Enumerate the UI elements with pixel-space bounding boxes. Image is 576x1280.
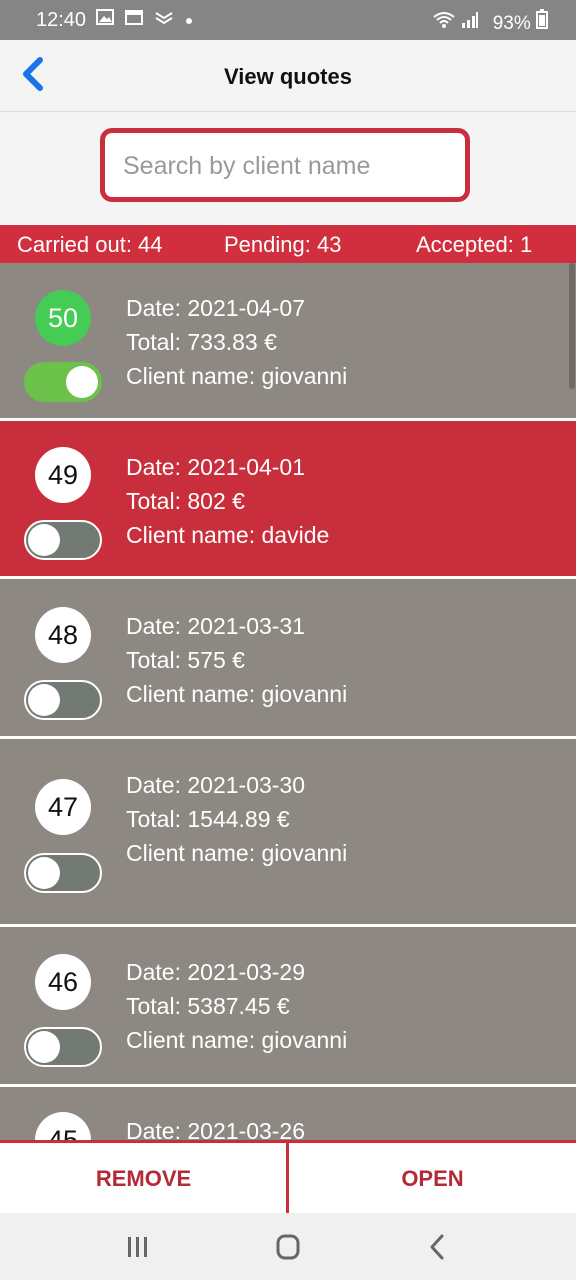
quote-total: Total: 733.83 €: [126, 329, 277, 355]
quote-client: Client name: giovanni: [126, 840, 348, 866]
quote-date: Date: 2021-03-31: [126, 613, 306, 639]
carried-out-count: Carried out: 44: [17, 232, 163, 257]
status-time: 12:40: [36, 9, 87, 31]
accept-toggle[interactable]: [24, 362, 102, 402]
quote-info: Date: 2021-04-07 Total: 733.83 € Client …: [126, 291, 347, 393]
accept-toggle[interactable]: [24, 520, 102, 560]
status-right: 93%: [432, 9, 548, 35]
signal-icon: [462, 12, 479, 28]
toggle-knob: [28, 1031, 60, 1063]
chevrons-down-icon: [155, 12, 173, 25]
home-icon: [276, 1234, 300, 1260]
search-box: [100, 128, 470, 202]
gallery-icon: [96, 9, 114, 25]
stats-bar: Carried out: 44 Pending: 43 Accepted: 1: [0, 225, 576, 263]
quote-item[interactable]: 50 Date: 2021-04-07 Total: 733.83 € Clie…: [0, 263, 576, 421]
quote-total: Total: 575 €: [126, 647, 245, 673]
quote-total: Total: 5387.45 €: [126, 993, 290, 1019]
action-bar: REMOVE OPEN: [0, 1140, 576, 1213]
quote-item[interactable]: 49 Date: 2021-04-01 Total: 802 € Client …: [0, 421, 576, 579]
quote-date: Date: 2021-03-26: [126, 1118, 306, 1140]
quote-number-badge: 50: [35, 290, 91, 346]
quote-number-badge: 47: [35, 779, 91, 835]
quote-client: Client name: giovanni: [126, 363, 348, 389]
quote-list[interactable]: 50 Date: 2021-04-07 Total: 733.83 € Clie…: [0, 263, 576, 1140]
list-scrollbar[interactable]: [569, 263, 575, 389]
quote-item[interactable]: 45 Date: 2021-03-26: [0, 1087, 576, 1140]
quote-number-badge: 45: [35, 1112, 91, 1140]
quote-date: Date: 2021-04-01: [126, 454, 306, 480]
page-title: View quotes: [224, 64, 352, 89]
toggle-knob: [28, 524, 60, 556]
accept-toggle[interactable]: [24, 853, 102, 893]
accept-toggle[interactable]: [24, 1027, 102, 1067]
quote-total: Total: 802 €: [126, 488, 245, 514]
quote-date: Date: 2021-03-30: [126, 772, 306, 798]
toggle-knob: [28, 857, 60, 889]
accept-toggle[interactable]: [24, 680, 102, 720]
quote-client: Client name: davide: [126, 522, 330, 548]
quote-info: Date: 2021-03-29 Total: 5387.45 € Client…: [126, 955, 347, 1057]
recent-apps-icon: [128, 1237, 147, 1257]
back-nav-button[interactable]: [418, 1231, 458, 1263]
search-input[interactable]: [121, 151, 465, 182]
toggle-knob: [28, 684, 60, 716]
battery-icon: [536, 9, 548, 29]
accepted-count: Accepted: 1: [416, 232, 533, 257]
search-area: [0, 112, 576, 224]
quote-item[interactable]: 46 Date: 2021-03-29 Total: 5387.45 € Cli…: [0, 927, 576, 1087]
back-nav-icon: [430, 1234, 444, 1260]
app-header: View quotes: [0, 40, 576, 112]
quote-number-badge: 46: [35, 954, 91, 1010]
quote-number-badge: 48: [35, 607, 91, 663]
wifi-icon: [433, 12, 455, 28]
calendar-icon: [125, 10, 144, 25]
home-button[interactable]: [268, 1231, 308, 1263]
quote-client: Client name: giovanni: [126, 681, 348, 707]
quote-info: Date: 2021-04-01 Total: 802 € Client nam…: [126, 450, 329, 552]
quote-info: Date: 2021-03-30 Total: 1544.89 € Client…: [126, 768, 347, 870]
quote-item[interactable]: 48 Date: 2021-03-31 Total: 575 € Client …: [0, 579, 576, 739]
recent-apps-button[interactable]: [118, 1231, 158, 1263]
system-nav-bar: [0, 1213, 576, 1280]
quote-date: Date: 2021-03-29: [126, 959, 306, 985]
notification-icons: [96, 9, 193, 30]
dot-icon: [186, 18, 193, 24]
quote-total: Total: 1544.89 €: [126, 806, 290, 832]
open-button[interactable]: OPEN: [289, 1143, 576, 1213]
remove-button[interactable]: REMOVE: [0, 1143, 287, 1213]
battery-percent: 93%: [492, 13, 531, 34]
quote-info: Date: 2021-03-31 Total: 575 € Client nam…: [126, 609, 347, 711]
quote-info: Date: 2021-03-26: [126, 1114, 305, 1140]
quote-client: Client name: giovanni: [126, 1027, 348, 1053]
quote-number-badge: 49: [35, 447, 91, 503]
quote-date: Date: 2021-04-07: [126, 295, 306, 321]
toggle-knob: [66, 366, 98, 398]
status-bar: 12:40 93%: [0, 0, 576, 40]
quote-item[interactable]: 47 Date: 2021-03-30 Total: 1544.89 € Cli…: [0, 739, 576, 927]
pending-count: Pending: 43: [224, 232, 342, 257]
